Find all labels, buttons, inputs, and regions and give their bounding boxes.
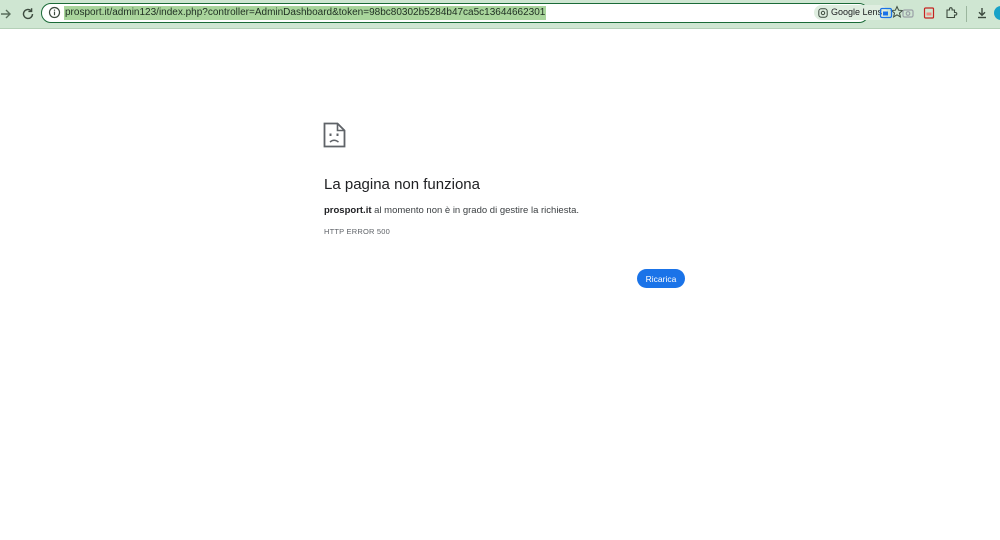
google-lens-icon	[818, 7, 828, 18]
tab-search-icon[interactable]	[879, 6, 893, 20]
site-info-icon[interactable]	[48, 6, 61, 19]
google-lens-label: Google Lens	[831, 7, 883, 17]
forward-icon[interactable]	[0, 6, 16, 22]
puzzle-icon[interactable]	[944, 6, 958, 20]
reload-button[interactable]: Ricarica	[637, 269, 685, 288]
reload-icon[interactable]	[20, 6, 36, 22]
error-site: prosport.it	[324, 205, 372, 216]
toolbar-separator	[966, 6, 967, 22]
download-icon[interactable]	[975, 6, 989, 20]
profile-icon[interactable]	[994, 6, 1000, 20]
error-title: La pagina non funziona	[324, 176, 480, 193]
camera-extension-icon[interactable]	[901, 6, 915, 20]
error-message: al momento non è in grado di gestire la …	[374, 205, 580, 216]
error-description: prosport.it al momento non è in grado di…	[324, 205, 579, 216]
url-text[interactable]: prosport.it/admin123/index.php?controlle…	[64, 6, 547, 20]
sad-page-icon	[323, 122, 346, 148]
error-code: HTTP ERROR 500	[324, 227, 391, 236]
address-bar[interactable]: prosport.it/admin123/index.php?controlle…	[41, 3, 904, 23]
browser-toolbar: prosport.it/admin123/index.php?controlle…	[0, 0, 1000, 29]
pdf-extension-icon[interactable]	[922, 6, 936, 20]
google-lens-button[interactable]: Google Lens	[814, 5, 888, 20]
